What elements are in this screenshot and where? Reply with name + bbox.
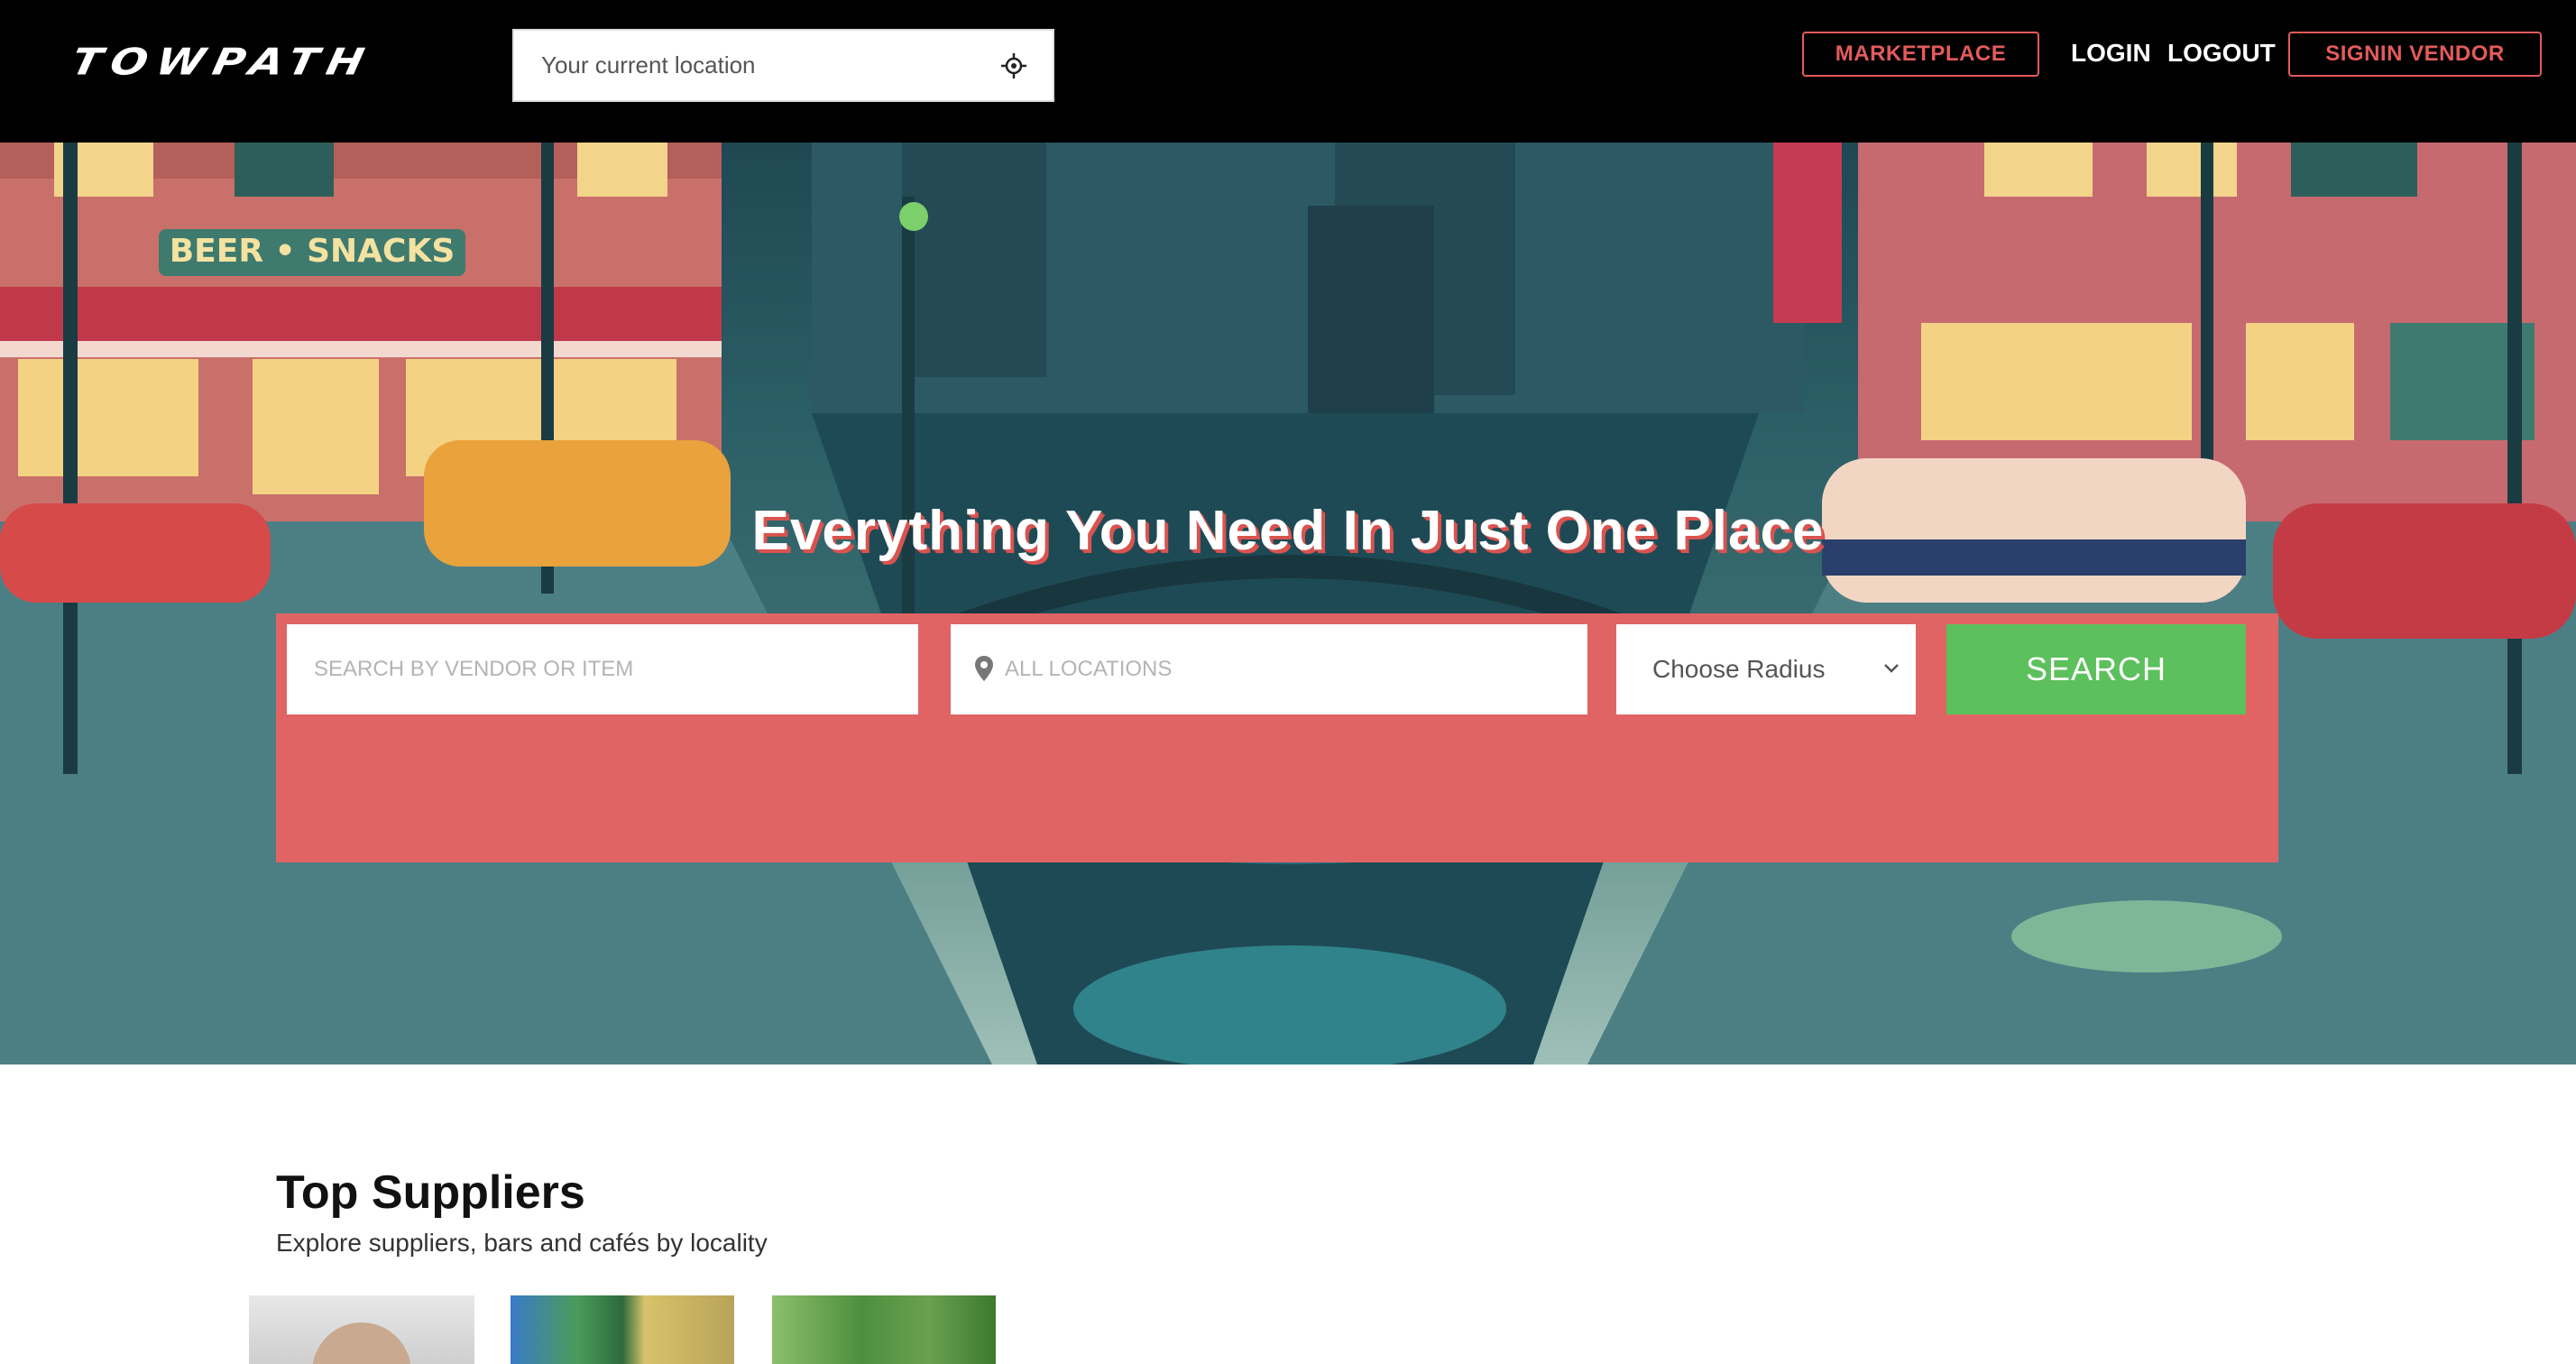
signin-vendor-button[interactable]: SIGNIN VENDOR (2288, 32, 2542, 77)
supplier-card[interactable] (772, 1295, 996, 1364)
brand-logo[interactable]: TOWPATH (68, 20, 377, 105)
map-pin-icon (975, 656, 993, 681)
hero-banner: BEER • SNACKS Everything You Need In Jus… (0, 143, 2576, 1064)
vendor-search-input[interactable]: SEARCH BY VENDOR OR ITEM (287, 624, 918, 714)
top-navbar: TOWPATH Your current location MARKETPLAC… (0, 0, 2576, 143)
login-link[interactable]: LOGIN (2071, 32, 2151, 74)
search-button[interactable]: SEARCH (1946, 624, 2246, 714)
svg-text:BEER • SNACKS: BEER • SNACKS (170, 233, 455, 270)
current-location-placeholder: Your current location (541, 51, 756, 78)
supplier-card[interactable] (249, 1295, 474, 1364)
hero-background-illustration: BEER • SNACKS (0, 143, 2576, 1064)
hero-headline: Everything You Need In Just One Place (751, 500, 1825, 562)
crosshair-icon[interactable] (1000, 52, 1027, 79)
locations-placeholder: ALL LOCATIONS (1005, 657, 1173, 681)
locations-input[interactable]: ALL LOCATIONS (951, 624, 1587, 714)
top-suppliers-subtitle: Explore suppliers, bars and cafés by loc… (276, 1229, 768, 1257)
supplier-card[interactable] (511, 1295, 734, 1364)
marketplace-button[interactable]: MARKETPLACE (1802, 32, 2039, 77)
logout-link[interactable]: LOGOUT (2167, 32, 2276, 74)
search-form: SEARCH BY VENDOR OR ITEM ALL LOCATIONS C… (276, 613, 2278, 862)
top-suppliers-title: Top Suppliers (276, 1166, 585, 1219)
current-location-input[interactable]: Your current location (512, 29, 1054, 102)
radius-select[interactable]: Choose Radius (1616, 624, 1916, 714)
chevron-down-icon (1884, 664, 1899, 673)
supplier-photo (312, 1323, 411, 1364)
radius-selected-value: Choose Radius (1652, 655, 1826, 683)
brand-logo-text[interactable]: TOWPATH (68, 41, 377, 84)
vendor-search-placeholder: SEARCH BY VENDOR OR ITEM (314, 657, 634, 681)
